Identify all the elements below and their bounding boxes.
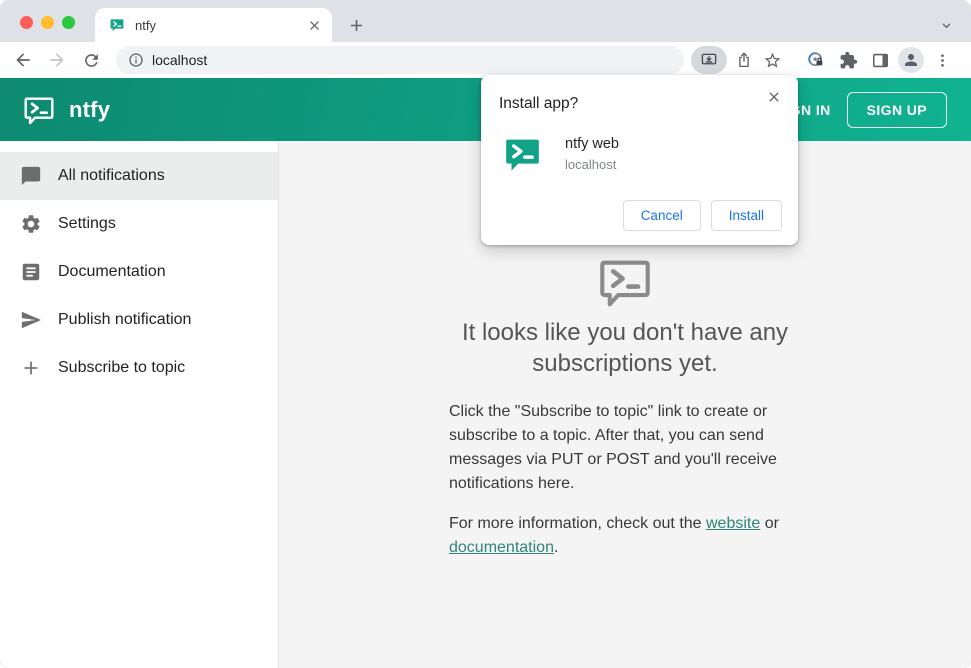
sidebar-item-label: Subscribe to topic bbox=[58, 359, 186, 376]
install-dialog-app-names: ntfy web localhost bbox=[565, 134, 619, 172]
install-dialog-app-origin: localhost bbox=[565, 157, 617, 172]
window-close-button[interactable] bbox=[20, 16, 33, 29]
site-info-icon[interactable] bbox=[128, 52, 144, 68]
brand-name: ntfy bbox=[69, 96, 111, 122]
documentation-link[interactable]: documentation bbox=[449, 539, 554, 556]
window-zoom-button[interactable] bbox=[62, 16, 75, 29]
install-app-icon[interactable] bbox=[691, 46, 727, 74]
dialog-close-icon[interactable] bbox=[762, 85, 786, 109]
tab-search-chevron-icon[interactable] bbox=[935, 14, 957, 36]
chat-icon bbox=[19, 164, 43, 188]
address-bar-url: localhost bbox=[152, 52, 208, 68]
ntfy-app-icon bbox=[502, 134, 543, 174]
install-button[interactable]: Install bbox=[710, 200, 782, 231]
ntfy-logo-icon bbox=[22, 93, 56, 127]
forward-icon[interactable] bbox=[42, 45, 72, 75]
toolbar-right-cluster bbox=[802, 46, 956, 74]
browser-window: ntfy localhost ntfy SIGN IN SIGN UP All … bbox=[0, 0, 971, 668]
browser-tab-ntfy[interactable]: ntfy bbox=[95, 8, 332, 42]
empty-state-paragraph: Click the "Subscribe to topic" link to c… bbox=[449, 403, 777, 492]
ntfy-empty-state-icon bbox=[594, 253, 656, 311]
sidebar-item-all-notifications[interactable]: All notifications bbox=[0, 152, 278, 200]
sidebar-item-documentation[interactable]: Documentation bbox=[0, 248, 278, 296]
extensions-puzzle-icon[interactable] bbox=[834, 46, 862, 74]
address-bar[interactable]: localhost bbox=[116, 46, 684, 74]
sidebar-item-label: Publish notification bbox=[58, 311, 192, 328]
install-dialog-app-name: ntfy web bbox=[565, 136, 619, 152]
sidebar-item-label: Settings bbox=[58, 215, 116, 232]
new-tab-button[interactable] bbox=[344, 13, 368, 37]
paragraph-text: For more information, check out the bbox=[449, 515, 706, 532]
empty-state-heading: It looks like you don't have any subscri… bbox=[461, 319, 789, 377]
sidebar-nav: All notifications Settings Documentation bbox=[0, 141, 279, 668]
sidebar-item-label: All notifications bbox=[58, 167, 165, 184]
ntfy-brand: ntfy bbox=[22, 93, 110, 127]
sign-up-button[interactable]: SIGN UP bbox=[846, 91, 947, 128]
sidebar-item-settings[interactable]: Settings bbox=[0, 200, 278, 248]
window-minimize-button[interactable] bbox=[41, 16, 54, 29]
send-icon bbox=[19, 308, 43, 332]
website-link[interactable]: website bbox=[706, 515, 760, 532]
plus-icon bbox=[19, 356, 43, 380]
window-controls bbox=[20, 16, 75, 29]
reload-icon[interactable] bbox=[76, 45, 106, 75]
sidebar-item-label: Documentation bbox=[58, 263, 166, 280]
back-icon[interactable] bbox=[8, 45, 38, 75]
tab-strip: ntfy bbox=[0, 0, 971, 42]
side-panel-icon[interactable] bbox=[866, 46, 894, 74]
install-app-dialog: Install app? ntfy web localhost Cancel I… bbox=[481, 75, 798, 245]
browser-menu-icon[interactable] bbox=[928, 46, 956, 74]
tab-close-icon[interactable] bbox=[307, 18, 322, 33]
bookmark-star-icon[interactable] bbox=[758, 46, 786, 74]
install-dialog-app-row: ntfy web localhost bbox=[499, 134, 780, 174]
article-icon bbox=[19, 260, 43, 284]
sidebar-item-subscribe-to-topic[interactable]: Subscribe to topic bbox=[0, 344, 278, 392]
cancel-button[interactable]: Cancel bbox=[622, 200, 701, 231]
share-icon[interactable] bbox=[730, 46, 758, 74]
empty-state-links-paragraph: For more information, check out the webs… bbox=[449, 512, 801, 560]
paragraph-text: . bbox=[553, 539, 559, 556]
profile-avatar[interactable] bbox=[898, 47, 924, 73]
browser-toolbar: localhost bbox=[0, 42, 971, 78]
sidebar-item-publish-notification[interactable]: Publish notification bbox=[0, 296, 278, 344]
install-dialog-title: Install app? bbox=[499, 95, 579, 112]
tab-favicon-ntfy-icon bbox=[109, 17, 125, 33]
gear-icon bbox=[19, 212, 43, 236]
install-dialog-actions: Cancel Install bbox=[622, 200, 782, 231]
paragraph-text: or bbox=[760, 515, 779, 532]
extension-lock-icon[interactable] bbox=[802, 46, 830, 74]
tab-title: ntfy bbox=[135, 17, 156, 33]
